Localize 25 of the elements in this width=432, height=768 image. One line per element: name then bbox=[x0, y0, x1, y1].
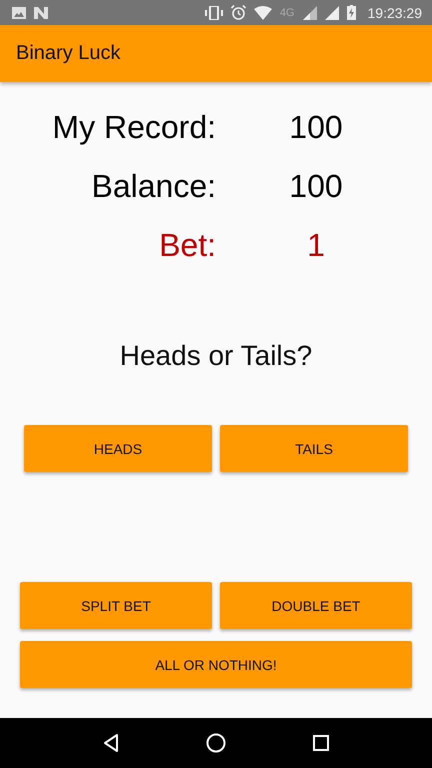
recents-icon[interactable] bbox=[312, 735, 329, 751]
signal-icon bbox=[302, 6, 316, 20]
stat-label: Bet: bbox=[158, 227, 216, 264]
alarm-icon bbox=[230, 5, 246, 20]
stat-value: 1 bbox=[306, 227, 326, 264]
stat-label: Balance: bbox=[90, 168, 216, 205]
back-icon[interactable] bbox=[103, 734, 120, 752]
app-title: Binary Luck bbox=[16, 42, 120, 65]
battery-icon bbox=[346, 5, 356, 20]
signal-icon bbox=[324, 6, 338, 20]
choice-button[interactable]: TAILS bbox=[220, 425, 408, 472]
image-icon bbox=[12, 6, 26, 18]
stat-label: My Record: bbox=[51, 109, 216, 146]
vibrate-icon bbox=[204, 6, 223, 20]
home-icon[interactable] bbox=[206, 733, 226, 753]
wifi-icon bbox=[254, 6, 272, 20]
bet-button[interactable]: DOUBLE BET bbox=[220, 582, 412, 629]
stat-value: 100 bbox=[288, 168, 344, 205]
notification-icon bbox=[34, 6, 48, 18]
prompt-text: Heads or Tails? bbox=[118, 340, 314, 372]
clock: 19:23:29 bbox=[368, 4, 422, 20]
all-or-nothing-button[interactable]: ALL OR NOTHING! bbox=[20, 641, 412, 688]
choice-button[interactable]: HEADS bbox=[24, 425, 212, 472]
stat-value: 100 bbox=[288, 109, 344, 146]
bet-button[interactable]: SPLIT BET bbox=[20, 582, 212, 629]
